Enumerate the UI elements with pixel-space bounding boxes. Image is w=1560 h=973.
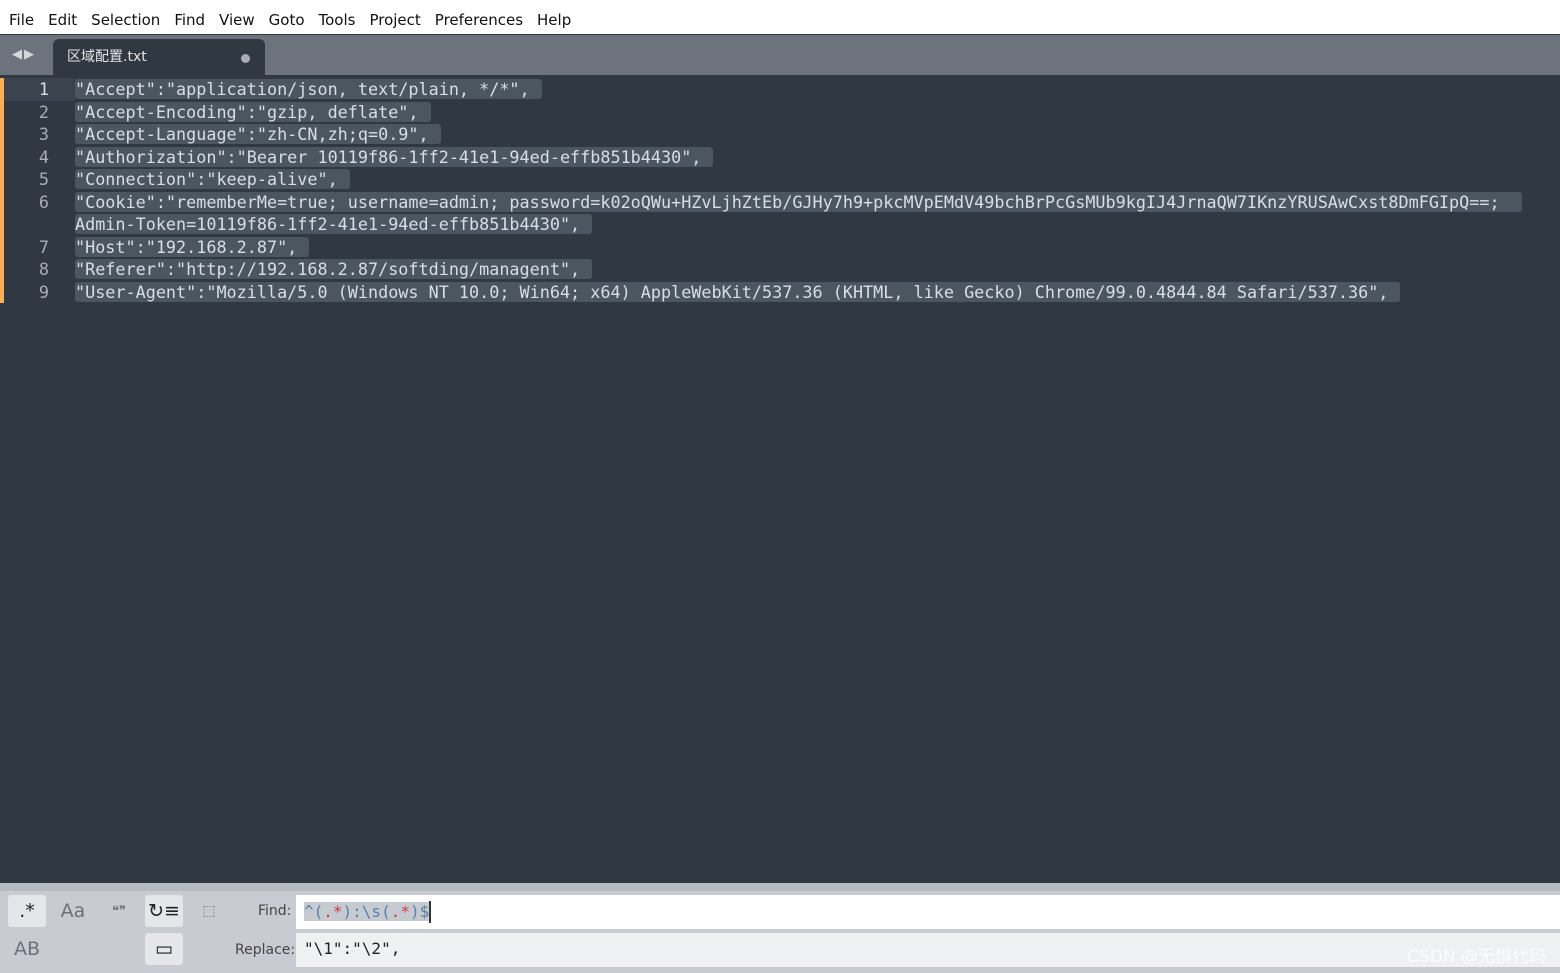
line-text[interactable]: "Authorization":"Bearer 10119f86-1ff2-41… (75, 146, 1550, 169)
code-line[interactable]: 8 "Referer":"http://192.168.2.87/softding… (0, 258, 1560, 281)
code-line[interactable]: 4 "Authorization":"Bearer 10119f86-1ff2-4… (0, 145, 1560, 169)
line-text[interactable]: "Accept":"application/json, text/plain, … (75, 78, 1550, 101)
watermark: CSDN @无惧代码 (1407, 947, 1546, 967)
selected-text: "Host":"192.168.2.87", (75, 236, 310, 257)
line-text[interactable]: "Connection":"keep-alive", (75, 168, 1550, 191)
regex-toggle[interactable]: .* (8, 895, 46, 927)
line-text[interactable]: "Referer":"http://192.168.2.87/softding/… (75, 258, 1550, 281)
selected-text: "Accept-Encoding":"gzip, deflate", (75, 101, 431, 122)
line-number: 3 (0, 123, 75, 146)
line-number: 6 (0, 190, 75, 236)
line-text[interactable]: "User-Agent":"Mozilla/5.0 (Windows NT 10… (75, 281, 1550, 304)
tab-bar: ◀▶ 区域配置.txt (0, 35, 1560, 75)
line-text[interactable]: "Accept-Language":"zh-CN,zh;q=0.9", (75, 123, 1550, 146)
editor[interactable]: 1 "Accept":"application/json, text/plain,… (0, 78, 1560, 883)
code-line[interactable]: 6 "Cookie":"rememberMe=true; username=adm… (0, 190, 1560, 236)
line-number: 5 (0, 168, 75, 191)
line-text[interactable]: "Host":"192.168.2.87", (75, 236, 1550, 259)
find-input[interactable]: ^(.*):\s(.*)$ (296, 895, 1560, 929)
menu-preferences[interactable]: Preferences (428, 11, 530, 29)
preserve-case-toggle[interactable]: AB (8, 933, 46, 965)
wrap-icon[interactable]: ↻≡ (145, 895, 183, 927)
line-number: 1 (0, 78, 75, 101)
selected-text: "Cookie":"rememberMe=true; username=admi… (75, 191, 1522, 234)
selected-text: "Accept":"application/json, text/plain, … (75, 79, 542, 99)
selected-text: "Referer":"http://192.168.2.87/softding/… (75, 259, 593, 279)
code-line[interactable]: 9 "User-Agent":"Mozilla/5.0 (Windows NT 1… (0, 280, 1560, 304)
code-line[interactable]: 5 "Connection":"keep-alive", (0, 168, 1560, 191)
in-selection-icon[interactable]: ⬚ (190, 895, 228, 927)
tab-file[interactable]: 区域配置.txt (53, 39, 265, 75)
replace-label: Replace: (235, 942, 296, 958)
menu-help[interactable]: Help (530, 11, 578, 29)
line-number: 7 (0, 235, 75, 259)
selected-text: "User-Agent":"Mozilla/5.0 (Windows NT 10… (75, 281, 1401, 302)
menu-selection[interactable]: Selection (84, 11, 167, 29)
line-number: 2 (0, 100, 75, 124)
find-value: ^(.*):\s(.*)$ (304, 901, 430, 921)
line-text[interactable]: "Cookie":"rememberMe=true; username=admi… (75, 191, 1550, 236)
menu-edit[interactable]: Edit (41, 11, 84, 29)
line-text[interactable]: "Accept-Encoding":"gzip, deflate", (75, 101, 1550, 124)
line-number: 8 (0, 258, 75, 281)
tab-nav-arrows-icon[interactable]: ◀▶ (12, 47, 36, 62)
selected-text: "Accept-Language":"zh-CN,zh;q=0.9", (75, 124, 441, 144)
selected-text: "Connection":"keep-alive", (75, 169, 350, 189)
menu-file[interactable]: File (2, 11, 41, 29)
selected-text: "Authorization":"Bearer 10119f86-1ff2-41… (75, 146, 714, 167)
highlight-matches-icon[interactable]: ▭ (145, 933, 183, 965)
menu-bar: File Edit Selection Find View Goto Tools… (0, 6, 1560, 34)
code-line[interactable]: 7 "Host":"192.168.2.87", (0, 235, 1560, 259)
find-replace-panel: .* Aa ❝❞ ↻≡ ⬚ AB ▭ Find: Replace: ^(.*):… (0, 883, 1560, 973)
menu-view[interactable]: View (212, 11, 262, 29)
menu-tools[interactable]: Tools (312, 11, 363, 29)
tab-title: 区域配置.txt (67, 49, 147, 65)
menu-goto[interactable]: Goto (262, 11, 312, 29)
whole-word-toggle[interactable]: ❝❞ (100, 895, 138, 927)
line-number: 4 (0, 145, 75, 169)
replace-input[interactable]: "\1":"\2", (296, 933, 1560, 967)
case-sensitive-toggle[interactable]: Aa (54, 895, 92, 927)
menu-find[interactable]: Find (167, 11, 212, 29)
find-label: Find: (258, 903, 292, 919)
line-number: 9 (0, 280, 75, 304)
code-line[interactable]: 1 "Accept":"application/json, text/plain,… (0, 78, 1560, 101)
unsaved-dot-icon[interactable] (241, 54, 250, 63)
menu-project[interactable]: Project (362, 11, 427, 29)
code-line[interactable]: 3 "Accept-Language":"zh-CN,zh;q=0.9", (0, 123, 1560, 146)
code-line[interactable]: 2 "Accept-Encoding":"gzip, deflate", (0, 100, 1560, 124)
